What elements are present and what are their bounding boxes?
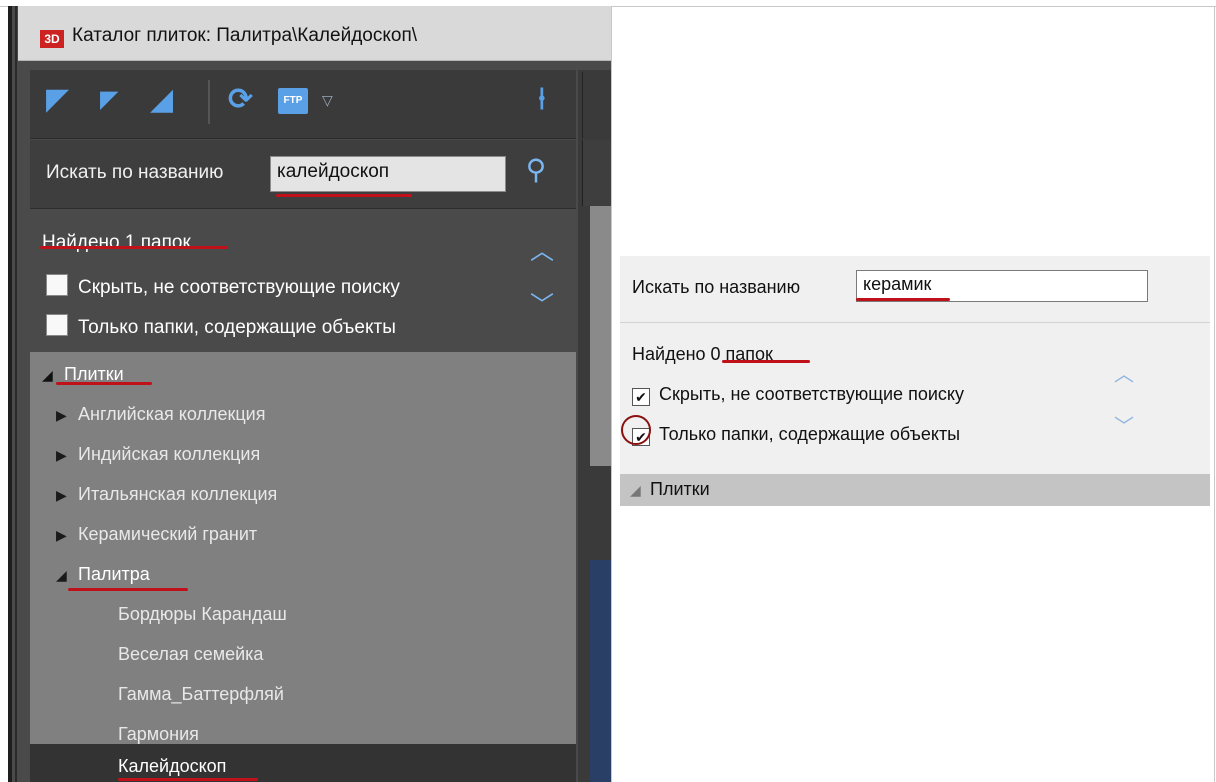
checkbox-label: Только папки, содержащие объекты — [78, 317, 396, 338]
tree-item[interactable]: Гамма_Баттерфляй — [118, 684, 284, 705]
panel-edge-content — [590, 206, 611, 466]
hide-nonmatching-checkbox[interactable]: Скрыть, не соответствующие поиску — [46, 274, 400, 300]
annotation-underline — [276, 194, 412, 197]
folder-tree: ◢ Плитки ▶ Английская коллекция ▶ Индийская… — [30, 352, 576, 782]
expanded-triangle-icon[interactable]: ◢ — [630, 482, 650, 499]
annotation-underline — [56, 382, 152, 385]
annotation-underline — [68, 588, 188, 591]
checkbox-checked-icon[interactable]: ✔ — [632, 388, 650, 406]
window-title: Каталог плиток: Палитра\Калейдоскоп\ — [72, 25, 418, 46]
tree-item[interactable]: ▶ Керамический гранит — [56, 524, 257, 545]
adjacent-panel-edge — [578, 70, 611, 782]
tree-item[interactable]: ▶ Индийская коллекция — [56, 444, 260, 465]
panel-edge-scroll — [590, 560, 611, 782]
tree-item[interactable]: Бордюры Карандаш — [118, 604, 287, 625]
tree-item[interactable]: ▶ Итальянская коллекция — [56, 484, 277, 505]
search-results-box: Найдено 1 папок Скрыть, не соответствующ… — [30, 210, 576, 350]
checkbox-label: Скрыть, не соответствующие поиску — [78, 277, 400, 298]
dropdown-arrow-icon[interactable]: ▽ — [322, 84, 333, 116]
checkbox-label: Только папки, содержащие объекты — [659, 424, 961, 444]
collapsed-triangle-icon[interactable]: ▶ — [56, 447, 78, 464]
toolbar: ◤ ◤ ◢ ⟳ FTP ▽ ⍿ — [30, 70, 576, 139]
annotation-underline — [856, 298, 950, 301]
window-frame — [8, 6, 12, 782]
right-search-panel: Искать по названию керамик Найдено 0 пап… — [620, 256, 1210, 506]
window-frame-inner — [15, 6, 17, 782]
checkbox-box[interactable] — [46, 314, 68, 336]
folder-tree: ◢ Плитки — [620, 474, 1210, 506]
grid-divider — [611, 6, 612, 782]
tree-item[interactable]: ▶ Английская коллекция — [56, 404, 265, 425]
annotation-underline — [722, 360, 810, 363]
grid-right — [1214, 6, 1215, 782]
collapsed-triangle-icon[interactable]: ▶ — [56, 487, 78, 504]
tree-item[interactable]: Гармония — [118, 724, 199, 745]
annotation-underline — [40, 246, 228, 249]
hide-nonmatching-checkbox[interactable]: ✔ Скрыть, не соответствующие поиску — [632, 384, 964, 406]
refresh-icon[interactable]: ⟳ — [228, 84, 253, 116]
chevron-down-icon[interactable]: ﹀ — [1114, 410, 1134, 439]
app-logo-icon: 3D — [40, 30, 64, 48]
panel-edge-toolbar — [582, 72, 611, 138]
search-label: Искать по названию — [46, 162, 224, 183]
expanded-triangle-icon[interactable]: ◢ — [56, 567, 78, 584]
checkbox-label: Скрыть, не соответствующие поиску — [659, 384, 964, 404]
chevron-up-icon[interactable]: ︿ — [530, 240, 554, 264]
search-icon[interactable]: ⚲ — [518, 152, 554, 188]
search-input[interactable]: калейдоскоп — [270, 156, 506, 192]
collapsed-triangle-icon[interactable]: ▶ — [56, 407, 78, 424]
tree-item-open[interactable]: ◢ Палитра — [56, 564, 150, 585]
found-count: Найдено 1 папок — [42, 232, 191, 253]
title-bar: 3D Каталог плиток: Палитра\Калейдоскоп\ — [18, 6, 611, 61]
selected-row-highlight — [30, 744, 576, 782]
tree-item-selected[interactable]: Калейдоскоп — [118, 756, 226, 777]
only-with-objects-checkbox[interactable]: Только папки, содержащие объекты — [46, 314, 396, 340]
collapse-icon[interactable]: ◤ — [100, 84, 118, 116]
only-with-objects-checkbox[interactable]: ✔ Только папки, содержащие объекты — [632, 424, 960, 446]
search-results-box: Найдено 0 папок ✔ Скрыть, не соответствую… — [620, 324, 1210, 474]
expand-icon[interactable]: ◢ — [150, 84, 173, 116]
chevron-up-icon[interactable]: ︿ — [1114, 358, 1134, 387]
panel-edge-filter — [582, 140, 611, 206]
expand-all-icon[interactable]: ◤ — [46, 84, 69, 116]
annotation-circle — [621, 415, 651, 445]
checkbox-box[interactable] — [46, 274, 68, 296]
annotation-underline — [118, 778, 258, 781]
chevron-down-icon[interactable]: ﹀ — [530, 294, 554, 318]
toolbar-separator — [208, 80, 210, 124]
tree-item-root[interactable]: ◢ Плитки — [630, 479, 710, 500]
search-row: Искать по названию керамик — [620, 256, 1210, 323]
left-catalog-panel: 3D Каталог плиток: Палитра\Калейдоскоп\ … — [8, 6, 611, 782]
collapsed-triangle-icon[interactable]: ▶ — [56, 527, 78, 544]
search-row: Искать по названию калейдоскоп ⚲ — [30, 140, 576, 209]
ftp-icon[interactable]: FTP — [278, 88, 308, 114]
tree-item[interactable]: Веселая семейка — [118, 644, 263, 665]
pin-icon[interactable]: ⍿ — [538, 84, 546, 116]
search-label: Искать по названию — [632, 277, 801, 297]
